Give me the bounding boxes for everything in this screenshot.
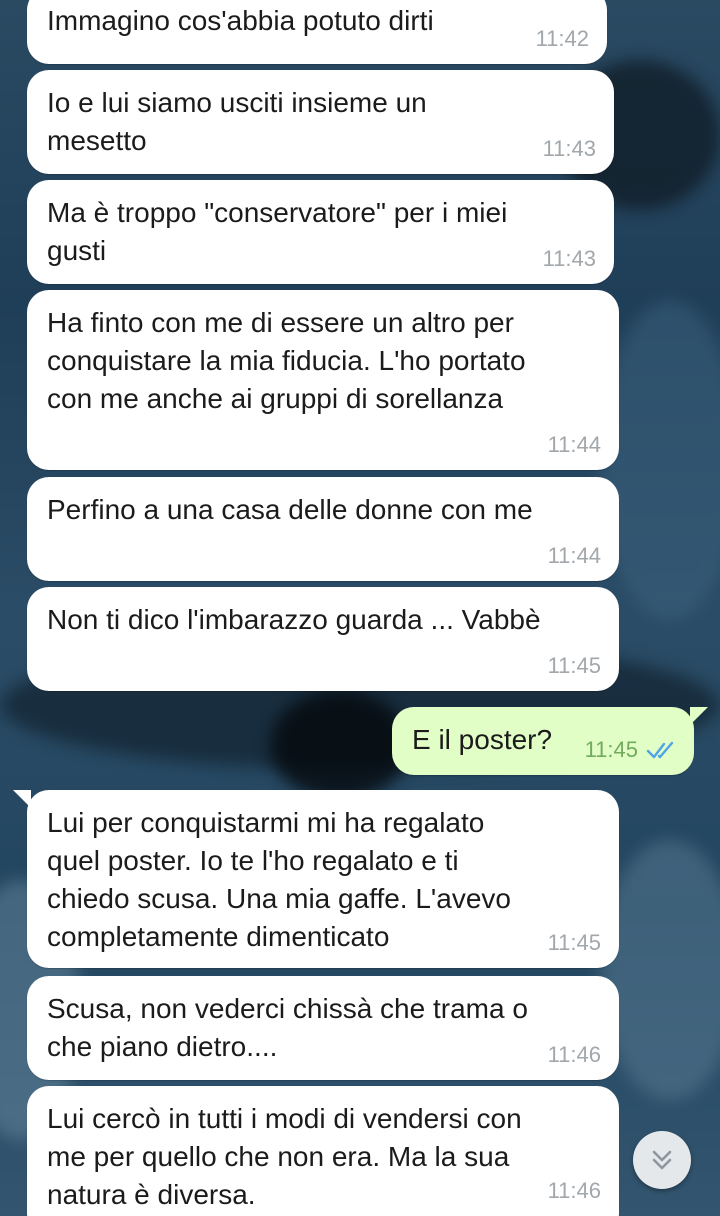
message-time: 11:45: [547, 653, 601, 678]
message-text: Immagino cos'abbia potuto dirti: [47, 5, 434, 36]
message-text: Ma è troppo "conservatore" per i miei gu…: [47, 197, 508, 266]
message-time: 11:43: [542, 136, 596, 161]
message-time: 11:46: [547, 1178, 601, 1203]
message-text: Lui cercò in tutti i modi di vendersi co…: [47, 1103, 522, 1210]
message-list[interactable]: Immagino cos'abbia potuto dirti 11:42 Io…: [0, 0, 720, 1216]
bubble-tail: [690, 707, 708, 725]
message-time: 11:43: [542, 246, 596, 271]
message-text: Ha finto con me di essere un altro per c…: [47, 307, 526, 414]
message-bubble-incoming[interactable]: Lui cercò in tutti i modi di vendersi co…: [27, 1086, 619, 1216]
scroll-to-bottom-button[interactable]: [633, 1131, 691, 1189]
double-check-read-icon: [646, 741, 674, 759]
message-bubble-incoming[interactable]: Lui per conquistarmi mi ha regalato quel…: [13, 790, 619, 968]
message-text: Non ti dico l'imbarazzo guarda ... Vabbè: [47, 604, 541, 635]
chevron-double-down-icon: [652, 1150, 672, 1170]
message-bubble-incoming[interactable]: Ma è troppo "conservatore" per i miei gu…: [27, 180, 614, 284]
message-text: Perfino a una casa delle donne con me: [47, 494, 533, 525]
message-bubble-incoming[interactable]: Perfino a una casa delle donne con me 11…: [27, 477, 619, 581]
message-text: Scusa, non vederci chissà che trama o ch…: [47, 993, 528, 1062]
message-bubble-incoming[interactable]: Ha finto con me di essere un altro per c…: [27, 290, 619, 470]
message-time: 11:44: [547, 543, 601, 568]
message-time: 11:42: [535, 26, 589, 51]
message-bubble-incoming[interactable]: Immagino cos'abbia potuto dirti 11:42: [27, 0, 607, 64]
message-text: Io e lui siamo usciti insieme un mesetto: [47, 87, 427, 156]
message-time: 11:45: [547, 930, 601, 955]
message-bubble-outgoing[interactable]: E il poster? 11:45: [392, 707, 708, 775]
message-time: 11:45: [584, 737, 638, 762]
message-time: 11:46: [547, 1042, 601, 1067]
message-bubble-incoming[interactable]: Io e lui siamo usciti insieme un mesetto…: [27, 70, 614, 174]
message-text: Lui per conquistarmi mi ha regalato quel…: [47, 807, 511, 952]
message-bubble-incoming[interactable]: Non ti dico l'imbarazzo guarda ... Vabbè…: [27, 587, 619, 691]
message-time: 11:44: [547, 432, 601, 457]
bubble-tail: [13, 790, 31, 808]
message-bubble-incoming[interactable]: Scusa, non vederci chissà che trama o ch…: [27, 976, 619, 1080]
